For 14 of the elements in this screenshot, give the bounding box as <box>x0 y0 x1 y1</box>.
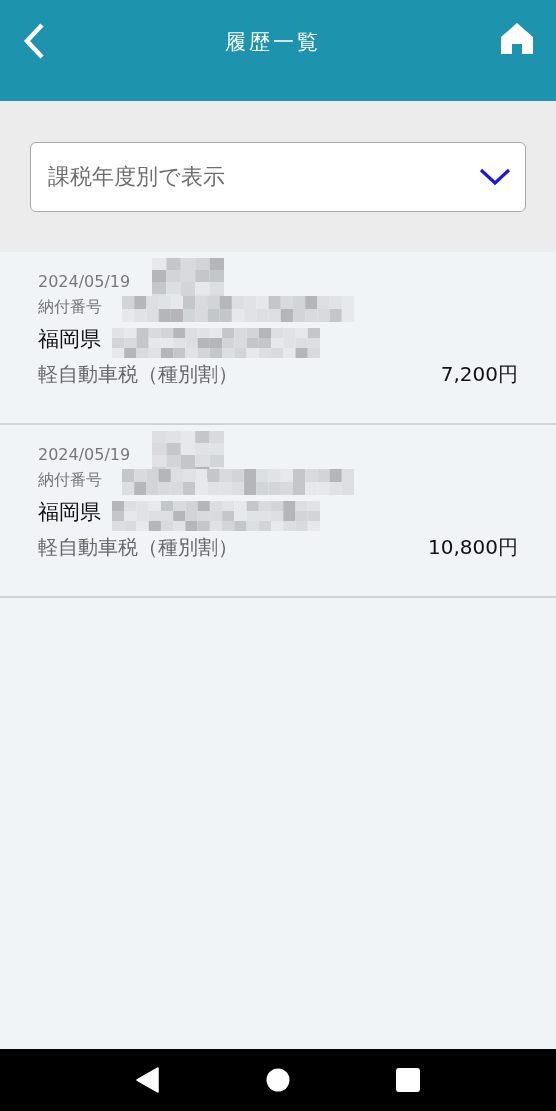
filter-dropdown[interactable]: 課税年度別で表示 <box>30 142 526 212</box>
payment-amount: 10,800円 <box>428 534 518 561</box>
prefecture-name: 福岡県 <box>38 500 101 524</box>
prefecture-name: 福岡県 <box>38 327 101 351</box>
payment-date: 2024/05/19 <box>38 272 131 291</box>
payment-date: 2024/05/19 <box>38 445 131 464</box>
payment-number-label: 納付番号 <box>38 297 102 316</box>
tax-type: 軽自動車税（種別割） <box>38 534 238 561</box>
payment-number-label: 納付番号 <box>38 470 102 489</box>
screen-title: 履歴一覧 <box>225 29 321 56</box>
payment-amount: 7,200円 <box>440 361 518 388</box>
history-item[interactable]: 2024/05/19 納付番号 福岡県 軽自動車税（種別割） 10,800円 <box>0 425 556 598</box>
history-item[interactable]: 2024/05/19 納付番号 福岡県 軽自動車税（種別割） 7,200円 <box>0 252 556 425</box>
tax-type: 軽自動車税（種別割） <box>38 361 238 388</box>
